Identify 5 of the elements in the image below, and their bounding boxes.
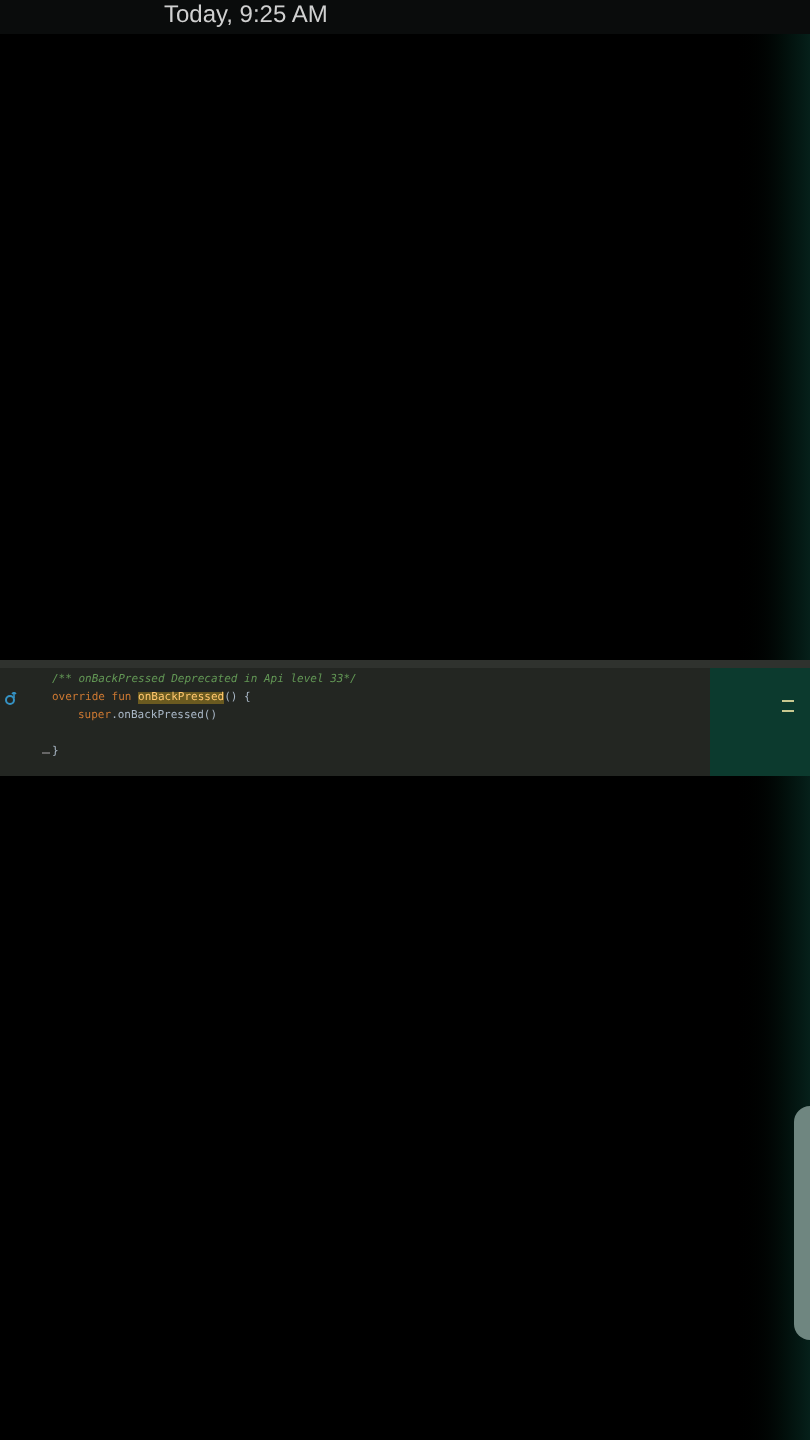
notification-time: Today, 9:25 AM [164, 0, 328, 28]
side-handle[interactable] [794, 1106, 810, 1340]
marker-icon [782, 710, 794, 712]
override-icon[interactable] [4, 692, 18, 706]
marker-icon [782, 700, 794, 702]
